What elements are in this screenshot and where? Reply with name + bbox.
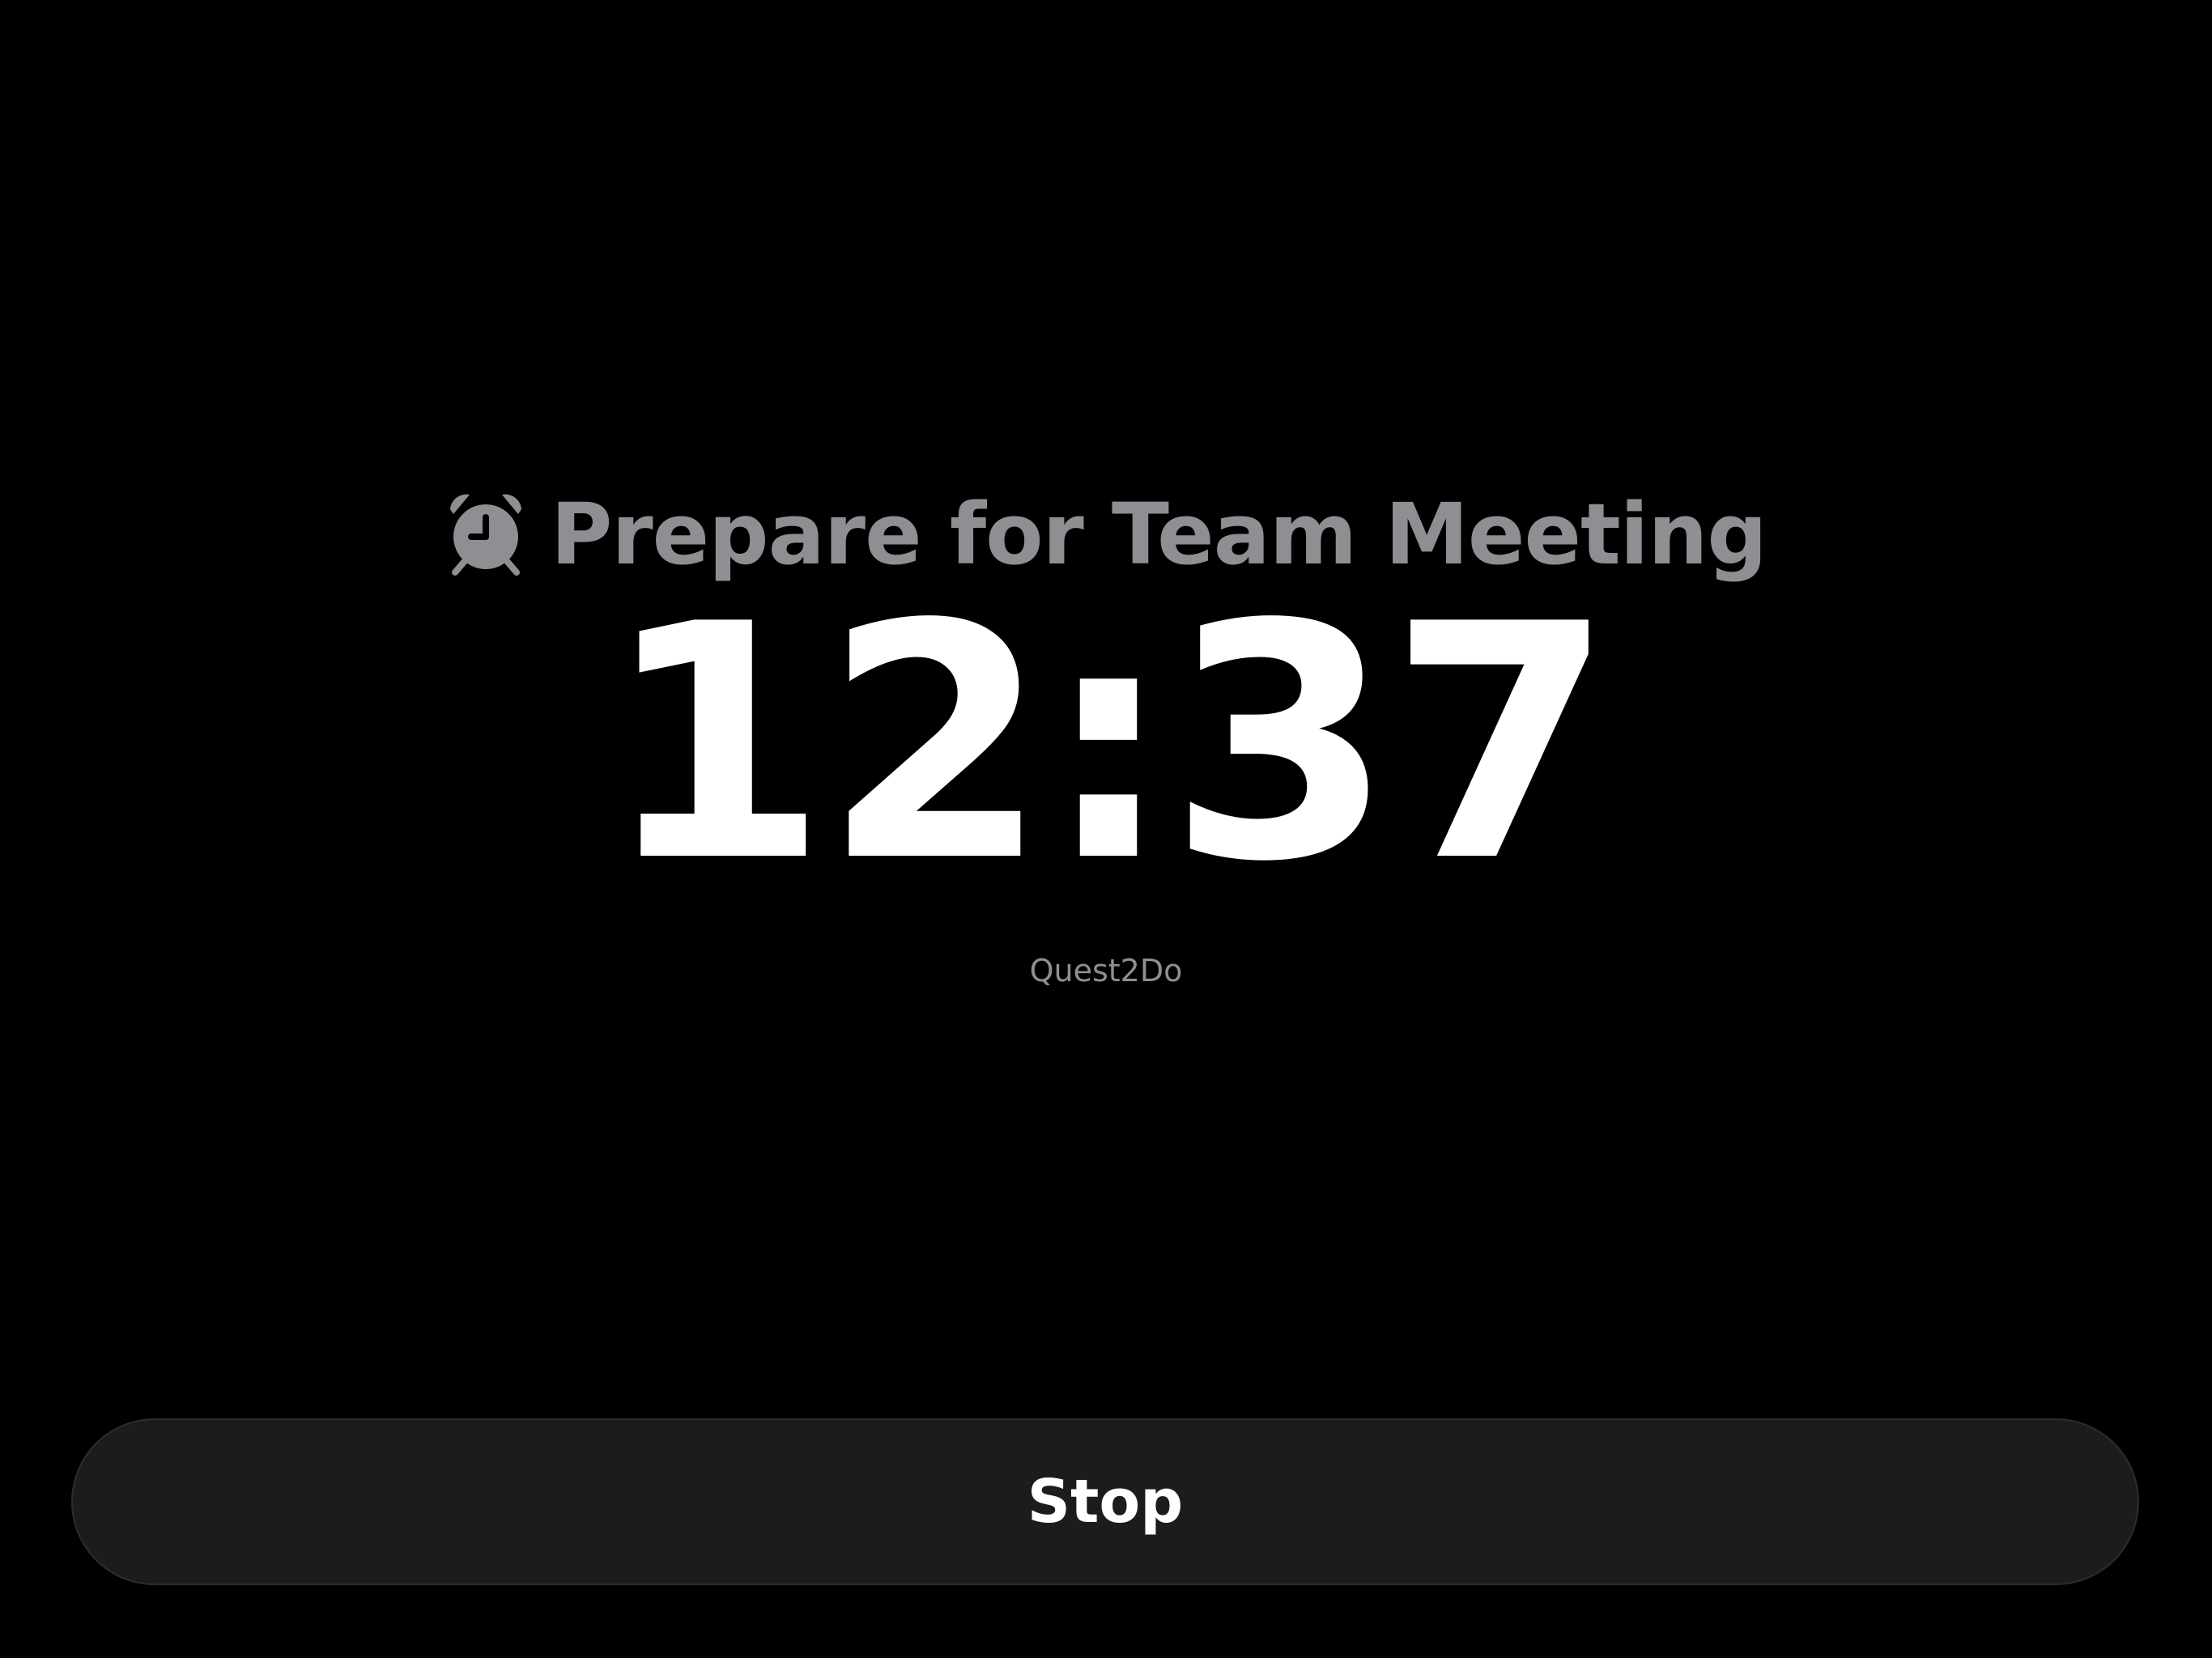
stop-button[interactable]: Stop <box>71 1418 2139 1585</box>
stop-button-label: Stop <box>1027 1467 1184 1537</box>
app-name: Quest2Do <box>1029 953 1183 988</box>
alarm-clock-icon <box>445 491 526 577</box>
clock-time: 12:37 <box>602 556 1614 933</box>
